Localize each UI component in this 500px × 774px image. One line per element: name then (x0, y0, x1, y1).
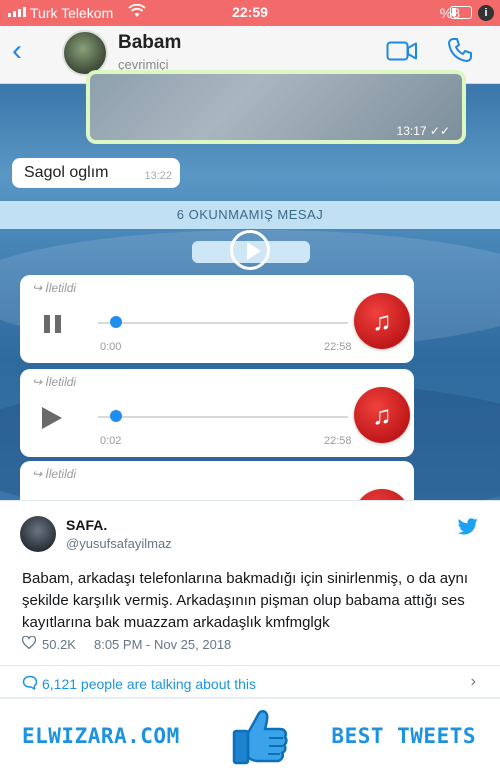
tweet-stats: 50.2K 8:05 PM - Nov 25, 2018 (21, 635, 231, 652)
forwarded-label: ↪ İletildi (32, 375, 77, 389)
chevron-right-icon[interactable]: › (471, 673, 476, 691)
thumbs-up-icon (228, 705, 290, 774)
audio-progress-track[interactable] (98, 416, 348, 418)
site-name[interactable]: ELWIZARA.COM (22, 724, 180, 748)
message-time: 13:17 ✓✓ (396, 124, 450, 138)
like-count[interactable]: 50.2K (42, 637, 76, 652)
audio-duration: 22:58 (324, 341, 352, 353)
forwarded-label: ↪ İletildi (32, 281, 77, 295)
audio-scrubber[interactable] (110, 410, 122, 422)
tweet-card: SAFA. @yusufsafayilmaz Babam, arkadaşı t… (0, 500, 500, 697)
tweet-handle[interactable]: @yusufsafayilmaz (66, 536, 172, 551)
message-text: Sagol oglım (24, 164, 109, 181)
voice-message[interactable]: ↪ İletildi ♫ (20, 461, 414, 500)
music-note-icon: ♫ (354, 489, 410, 500)
comment-bubble-icon (22, 675, 38, 695)
audio-duration: 22:58 (324, 435, 352, 447)
talking-count[interactable]: 6,121 people are talking about this (42, 676, 256, 692)
message-time: 13:22 (144, 170, 172, 182)
tweet-display-name[interactable]: SAFA. (66, 517, 107, 533)
back-chevron-icon[interactable]: ‹ (12, 36, 22, 66)
music-note-icon: ♫ (354, 293, 410, 349)
status-bar: Turk Telekom 22:59 %8 i (0, 0, 500, 26)
contact-name[interactable]: Babam (118, 32, 181, 54)
forwarded-label: ↪ İletildi (32, 467, 77, 481)
tweet-avatar[interactable] (20, 516, 56, 552)
audio-scrubber[interactable] (110, 316, 122, 328)
read-ticks-icon: ✓✓ (429, 124, 450, 138)
audio-elapsed: 0:02 (100, 435, 122, 447)
heart-icon[interactable] (21, 635, 37, 652)
status-time: 22:59 (232, 4, 268, 20)
tweet-timestamp[interactable]: 8:05 PM - Nov 25, 2018 (94, 637, 231, 652)
image-message[interactable]: 13:17 ✓✓ (86, 70, 466, 144)
audio-progress-track[interactable] (98, 322, 348, 324)
conversation-link[interactable]: 6,121 people are talking about this › (0, 665, 500, 698)
info-icon: i (478, 5, 494, 21)
video-play-icon[interactable] (230, 230, 270, 270)
tweet-text: Babam, arkadaşı telefonlarına bakmadığı … (22, 570, 469, 631)
voice-message[interactable]: ↪ İletildi 0:00 22:58 ♫ (20, 275, 414, 363)
battery-icon (450, 6, 472, 19)
voice-message[interactable]: ↪ İletildi 0:02 22:58 ♫ (20, 369, 414, 457)
video-call-icon[interactable] (386, 40, 418, 67)
branding-footer: ELWIZARA.COM BEST TWEETS (0, 697, 500, 774)
twitter-bird-icon[interactable] (457, 518, 478, 540)
audio-elapsed: 0:00 (100, 341, 122, 353)
phone-call-icon[interactable] (446, 36, 474, 69)
tagline: BEST TWEETS (331, 724, 476, 748)
incoming-message[interactable]: Sagol oglım 13:22 (12, 158, 180, 188)
pause-icon[interactable] (42, 313, 64, 335)
chat-screenshot: Turk Telekom 22:59 %8 i ‹ Babam çevrimiç… (0, 0, 500, 500)
unread-banner: 6 OKUNMAMIŞ MESAJ (0, 201, 500, 229)
music-note-icon: ♫ (354, 387, 410, 443)
play-icon[interactable] (42, 407, 62, 429)
